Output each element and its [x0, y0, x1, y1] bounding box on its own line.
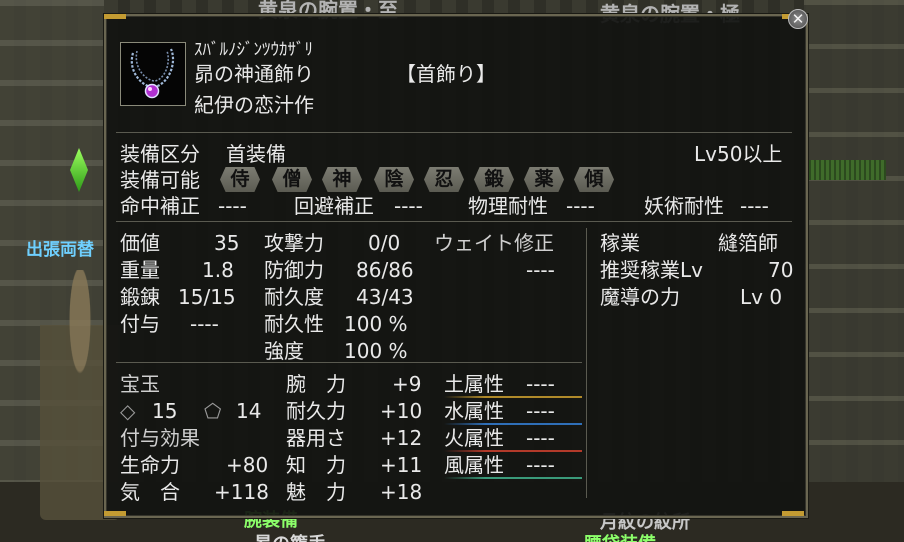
attribute-value: +11	[380, 453, 423, 477]
divider	[116, 132, 792, 133]
attribute-label: 魅 力	[286, 480, 346, 504]
level-requirement: Lv50以上	[694, 142, 783, 166]
magic-power-value: Lv 0	[740, 285, 783, 309]
evade-label: 回避補正	[294, 194, 374, 218]
strength-value: 100 %	[344, 339, 408, 363]
price-label: 価値	[120, 231, 160, 255]
bonus-value: +118	[214, 480, 269, 504]
divider	[116, 221, 792, 222]
close-button[interactable]: ✕	[788, 9, 808, 29]
grant-value: ----	[190, 312, 219, 336]
magic-resist-value: ----	[740, 194, 769, 218]
recommended-level-label: 推奨稼業Lv	[600, 258, 703, 282]
bg-menu-pouch-equip[interactable]: 腰袋装備	[584, 530, 656, 542]
class-badge-ninja: 忍	[424, 167, 464, 192]
usable-label: 装備可能	[120, 168, 200, 192]
right-wall	[804, 0, 904, 542]
element-value-wind: ----	[526, 453, 555, 477]
item-reading: ｽﾊﾞﾙﾉｼﾞﾝﾂｳｶｻﾞﾘ	[194, 40, 313, 60]
npc-name-label[interactable]: 出張両替	[26, 235, 94, 260]
durable-trait-value: 100 %	[344, 312, 408, 336]
durability-value: 43/43	[356, 285, 414, 309]
weight-value: 1.8	[202, 258, 234, 282]
defense-label: 防御力	[264, 258, 324, 282]
attribute-label: 知 力	[286, 453, 346, 477]
class-badge-onmyoji: 陰	[374, 167, 414, 192]
bonus-label: 気 合	[120, 480, 180, 504]
bg-menu-gauntlet[interactable]: 昴の籠手	[254, 530, 326, 542]
durable-trait-label: 耐久性	[264, 312, 324, 336]
element-underline-earth	[444, 396, 582, 398]
panel-corner-ornament	[104, 511, 126, 516]
attack-label: 攻撃力	[264, 231, 324, 255]
green-gauge	[806, 160, 886, 180]
gem-slot-pentagon-icon: ⬠	[204, 399, 222, 423]
hit-value: ----	[218, 194, 247, 218]
job-label: 稼業	[600, 231, 640, 255]
strength-label: 強度	[264, 339, 304, 363]
phys-resist-label: 物理耐性	[468, 194, 548, 218]
durability-label: 耐久度	[264, 285, 324, 309]
price-value: 35	[214, 231, 240, 255]
element-value-water: ----	[526, 399, 555, 423]
attribute-value: +18	[380, 480, 423, 504]
evade-value: ----	[394, 194, 423, 218]
item-category: 【首飾り】	[396, 62, 496, 86]
magic-resist-label: 妖術耐性	[644, 194, 724, 218]
weight-label: 重量	[120, 258, 160, 282]
element-underline-fire	[444, 450, 582, 452]
element-underline-wind	[444, 477, 582, 479]
effects-label: 付与効果	[120, 426, 200, 450]
attribute-value: +10	[380, 399, 423, 423]
slot-label: 装備区分	[120, 142, 200, 166]
attribute-value: +9	[392, 372, 422, 396]
panel-corner-ornament	[782, 511, 804, 516]
attribute-label: 腕 力	[286, 372, 346, 396]
recommended-level-value: 70	[768, 258, 794, 282]
forge-value: 15/15	[178, 285, 236, 309]
item-tooltip-panel: ｽﾊﾞﾙﾉｼﾞﾝﾂｳｶｻﾞﾘ 昴の神通飾り 【首飾り】 紀伊の恋汁作 装備区分 …	[104, 14, 808, 518]
element-underline-water	[444, 423, 582, 425]
grant-label: 付与	[120, 312, 160, 336]
class-badge-priest: 神	[322, 167, 362, 192]
attribute-value: +12	[380, 426, 423, 450]
class-badge-samurai: 侍	[220, 167, 260, 192]
class-badge-smith: 鍛	[474, 167, 514, 192]
forge-label: 鍛錬	[120, 285, 160, 309]
gem-slot-1-value: 15	[152, 399, 178, 423]
magic-power-label: 魔導の力	[600, 285, 680, 309]
hit-label: 命中補正	[120, 194, 200, 218]
bonus-label: 生命力	[120, 453, 180, 477]
weight-mod-label: ウェイト修正	[434, 231, 554, 255]
panel-corner-ornament	[104, 14, 126, 19]
attribute-label: 耐久力	[286, 399, 346, 423]
attack-value: 0/0	[368, 231, 401, 255]
class-badge-monk: 僧	[272, 167, 312, 192]
gems-label: 宝玉	[120, 372, 160, 396]
divider	[116, 362, 582, 363]
element-value-fire: ----	[526, 426, 555, 450]
element-label-water: 水属性	[444, 399, 504, 423]
class-badge-kabuki: 傾	[574, 167, 614, 192]
gem-slot-empty-icon: ◇	[120, 399, 136, 423]
divider	[586, 228, 587, 498]
job-value: 縫箔師	[718, 231, 778, 255]
necklace-icon	[120, 42, 186, 106]
element-label-wind: 風属性	[444, 453, 504, 477]
item-name: 昴の神通飾り	[194, 62, 314, 86]
item-maker: 紀伊の恋汁作	[194, 93, 314, 117]
phys-resist-value: ----	[566, 194, 595, 218]
bonus-value: +80	[226, 453, 269, 477]
gem-slot-2-value: 14	[236, 399, 262, 423]
weight-mod-value: ----	[526, 258, 555, 282]
element-label-fire: 火属性	[444, 426, 504, 450]
attribute-label: 器用さ	[286, 426, 346, 450]
slot-value: 首装備	[226, 142, 286, 166]
defense-value: 86/86	[356, 258, 414, 282]
element-label-earth: 土属性	[444, 372, 504, 396]
class-badge-apothecary: 薬	[524, 167, 564, 192]
element-value-earth: ----	[526, 372, 555, 396]
